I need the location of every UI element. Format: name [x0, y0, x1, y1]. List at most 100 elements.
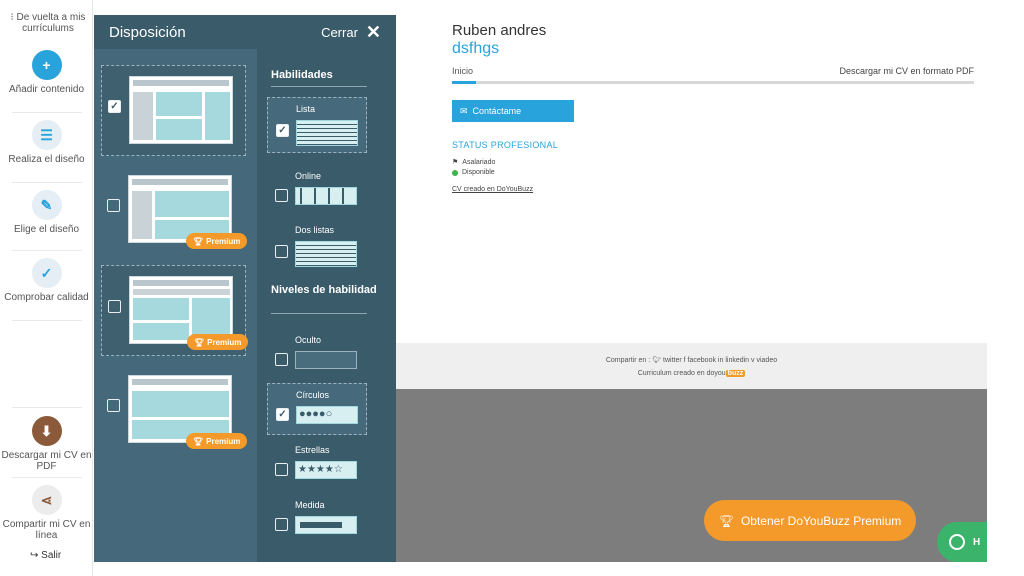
- panel-title: Disposición: [109, 23, 186, 41]
- close-icon: ✕: [365, 21, 381, 42]
- layout-options: ✓ 🏆︎ Premium 🏆︎ Premium 🏆︎ Premium: [94, 49, 257, 562]
- layout-panel: Disposición Cerrar ✕ ✓ 🏆︎ Premium 🏆︎ Pre…: [94, 15, 396, 562]
- chat-icon: [949, 534, 965, 550]
- created-row: Curriculum creado en doyou buzz: [637, 370, 746, 377]
- option-checkbox[interactable]: [275, 245, 288, 258]
- tab-underline: [452, 81, 974, 84]
- status-available: Disponible: [452, 169, 495, 176]
- premium-badge: 🏆︎ Premium: [187, 334, 249, 350]
- skills-title: Habilidades: [271, 69, 333, 81]
- back-to-resumes-link[interactable]: ⁝ De vuelta a mis currículums: [8, 12, 88, 34]
- trophy-icon: 🏆︎: [193, 236, 204, 246]
- share-icon: ⋖: [31, 485, 62, 515]
- nav-download-pdf[interactable]: ⬇ Descargar mi CV en PDF: [0, 416, 93, 472]
- status-employed: ⚑ Asalariado: [452, 158, 496, 167]
- facebook-link[interactable]: f facebook: [684, 357, 716, 364]
- layout-checkbox[interactable]: ✓: [108, 100, 121, 113]
- viadeo-link[interactable]: v viadeo: [751, 357, 777, 364]
- nav-divider: [12, 182, 82, 183]
- measure-preview: [295, 516, 357, 534]
- skills-option-list[interactable]: ✓ Lista: [267, 97, 367, 153]
- mail-icon: ✉: [460, 105, 468, 116]
- section-divider: [271, 86, 367, 87]
- nav-divider: [12, 112, 82, 113]
- trophy-icon: 🏆︎: [194, 337, 205, 347]
- close-panel-button[interactable]: Cerrar ✕: [321, 22, 381, 43]
- cv-title: dsfhgs: [452, 40, 500, 57]
- layout-checkbox[interactable]: [107, 399, 120, 412]
- trophy-icon: 🏆︎: [718, 513, 734, 528]
- nav-divider: [12, 320, 82, 321]
- levels-option-hidden[interactable]: Oculto: [267, 329, 367, 381]
- section-divider: [271, 313, 367, 314]
- help-chat-button[interactable]: H: [937, 522, 987, 562]
- status-title: STATUS PROFESIONAL: [452, 140, 559, 150]
- layout-checkbox[interactable]: [108, 300, 121, 313]
- online-preview: [295, 187, 357, 205]
- trophy-icon: 🏆︎: [193, 436, 204, 446]
- twitter-icon: 🐦︎: [652, 357, 662, 364]
- download-pdf-link[interactable]: Descargar mi CV en formato PDF: [839, 66, 974, 76]
- created-with-link[interactable]: CV creado en DoYouBuzz: [452, 186, 533, 193]
- cv-footer: Compartir en : 🐦︎ twitter f facebook in …: [396, 343, 987, 389]
- levels-option-circles[interactable]: ✓ Círculos ●●●●○: [267, 383, 367, 435]
- option-checkbox[interactable]: [275, 353, 288, 366]
- doyoubuzz-logo[interactable]: doyou buzz: [707, 370, 746, 377]
- plus-icon: +: [31, 50, 62, 80]
- panel-header: Disposición Cerrar ✕: [94, 15, 396, 49]
- contact-button[interactable]: ✉ Contáctame: [452, 100, 574, 122]
- linkedin-link[interactable]: in linkedin: [718, 357, 749, 364]
- pencil-icon: ✎: [31, 190, 62, 220]
- skills-option-online[interactable]: Online: [267, 165, 367, 217]
- tab-home[interactable]: Inicio: [452, 66, 473, 76]
- cv-preview: Ruben andres dsfhgs Inicio Descargar mi …: [396, 0, 1024, 576]
- layout-option-4[interactable]: 🏆︎ Premium: [101, 365, 248, 456]
- layout-option-2[interactable]: 🏆︎ Premium: [101, 165, 248, 256]
- layout-icon: ☰: [31, 120, 62, 150]
- nav-divider: [12, 477, 82, 478]
- option-checkbox[interactable]: [275, 518, 288, 531]
- flag-icon: ⚑: [452, 159, 459, 166]
- premium-badge: 🏆︎ Premium: [186, 433, 248, 449]
- skills-option-two-lists[interactable]: Dos listas: [267, 219, 367, 275]
- stars-preview: ★★★★☆: [295, 461, 357, 479]
- nav-divider: [12, 250, 82, 251]
- nav-choose-design[interactable]: ✎ Elige el diseño: [0, 190, 93, 235]
- viadeo-icon: v: [751, 357, 755, 364]
- option-checkbox[interactable]: [275, 463, 288, 476]
- list-preview: [296, 120, 358, 146]
- facebook-icon: f: [683, 357, 686, 364]
- layout-option-3[interactable]: 🏆︎ Premium: [101, 265, 249, 356]
- nav-add-content[interactable]: + Añadir contenido: [0, 50, 93, 95]
- levels-title: Niveles de habilidad: [271, 284, 377, 296]
- available-dot-icon: [452, 169, 458, 176]
- layout-option-1[interactable]: ✓: [101, 65, 246, 156]
- share-row: Compartir en : 🐦︎ twitter f facebook in …: [605, 357, 778, 364]
- levels-option-measure[interactable]: Medida: [267, 494, 367, 546]
- exit-link[interactable]: ↪ Salir: [30, 550, 61, 561]
- logout-icon: ↪: [30, 550, 42, 561]
- option-checkbox[interactable]: ✓: [276, 408, 289, 421]
- layout-checkbox[interactable]: [107, 199, 120, 212]
- levels-option-stars[interactable]: Estrellas ★★★★☆: [267, 439, 367, 491]
- two-lists-preview: [295, 241, 357, 267]
- nav-divider: [12, 407, 82, 408]
- circles-preview: ●●●●○: [296, 406, 358, 424]
- download-icon: ⬇: [31, 416, 62, 446]
- option-checkbox[interactable]: [275, 189, 288, 202]
- linkedin-icon: in: [717, 357, 724, 364]
- hidden-preview: [295, 351, 357, 369]
- twitter-link[interactable]: 🐦︎ twitter: [652, 357, 682, 364]
- get-premium-button[interactable]: 🏆︎ Obtener DoYouBuzz Premium: [704, 500, 916, 541]
- check-icon: ✓: [31, 258, 62, 288]
- premium-badge: 🏆︎ Premium: [186, 233, 248, 249]
- app-root: ⁝ De vuelta a mis currículums + Añadir c…: [0, 0, 1024, 576]
- nav-share-online[interactable]: ⋖ Compartir mi CV en línea: [0, 485, 93, 541]
- left-navigation: ⁝ De vuelta a mis currículums + Añadir c…: [0, 0, 93, 576]
- cv-name: Ruben andres: [452, 22, 547, 39]
- option-checkbox[interactable]: ✓: [276, 124, 289, 137]
- skills-options: Habilidades ✓ Lista Online Dos listas Ni…: [257, 49, 396, 562]
- nav-design[interactable]: ☰ Realiza el diseño: [0, 120, 93, 165]
- nav-check-quality[interactable]: ✓ Comprobar calidad: [0, 258, 93, 303]
- layout-thumbnail: [129, 76, 233, 144]
